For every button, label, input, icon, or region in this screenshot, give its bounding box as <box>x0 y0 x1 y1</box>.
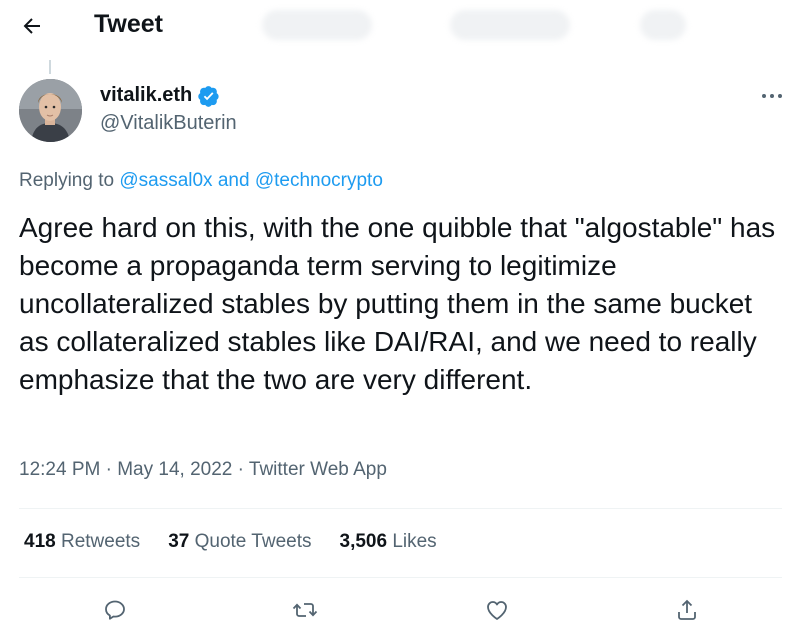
retweets-count: 418 <box>24 531 56 552</box>
top-bar: Tweet <box>0 0 800 52</box>
reply-icon <box>103 598 127 622</box>
author-name-text: vitalik.eth <box>100 84 193 106</box>
tweet-action-bar <box>0 590 800 630</box>
meta-separator: · <box>105 459 112 480</box>
arrow-left-icon <box>20 14 44 38</box>
back-button[interactable] <box>14 8 50 44</box>
blurred-header-element <box>450 10 570 40</box>
tweet-time[interactable]: 12:24 PM <box>19 459 100 480</box>
retweet-icon <box>292 598 318 622</box>
share-icon <box>675 598 699 622</box>
tweet-text: Agree hard on this, with the one quibble… <box>19 212 776 395</box>
replying-to-label: Replying to <box>19 170 115 191</box>
mention-link-technocrypto[interactable]: @technocrypto <box>255 170 383 191</box>
tweet-date[interactable]: May 14, 2022 <box>117 459 232 480</box>
engagement-stats: 418 Retweets 37 Quote Tweets 3,506 Likes <box>24 531 437 553</box>
meta-separator: · <box>237 459 244 480</box>
quote-tweets-stat[interactable]: 37 Quote Tweets <box>168 531 311 553</box>
blurred-header-element <box>640 10 686 40</box>
more-options-button[interactable] <box>756 82 788 110</box>
like-button[interactable] <box>477 590 517 630</box>
likes-stat[interactable]: 3,506 Likes <box>340 531 437 553</box>
replying-to-line: Replying to @sassal0x and @technocrypto <box>19 170 383 192</box>
page-title: Tweet <box>94 10 163 38</box>
avatar[interactable] <box>19 79 82 142</box>
quote-tweets-label: Quote Tweets <box>194 531 312 552</box>
verified-badge-icon <box>198 85 220 107</box>
share-button[interactable] <box>667 590 707 630</box>
retweet-button[interactable] <box>285 590 325 630</box>
retweets-stat[interactable]: 418 Retweets <box>24 531 140 553</box>
author-handle[interactable]: @VitalikButerin <box>100 112 237 135</box>
divider <box>19 508 782 509</box>
retweets-label: Retweets <box>60 531 141 552</box>
thread-connector-line <box>49 60 51 74</box>
like-icon <box>484 598 510 622</box>
likes-count: 3,506 <box>339 531 388 552</box>
author-display-name[interactable]: vitalik.eth <box>100 84 220 107</box>
divider <box>19 577 782 578</box>
mention-link-sassal0x[interactable]: @sassal0x <box>119 170 212 191</box>
blurred-header-element <box>262 10 372 40</box>
reply-conjunction[interactable]: and <box>218 170 250 191</box>
tweet-metadata: 12:24 PM · May 14, 2022 · Twitter Web Ap… <box>19 459 387 481</box>
ellipsis-icon <box>761 92 783 100</box>
reply-button[interactable] <box>95 590 135 630</box>
likes-label: Likes <box>392 531 437 552</box>
quote-tweets-count: 37 <box>168 531 190 552</box>
tweet-source[interactable]: Twitter Web App <box>249 459 387 480</box>
